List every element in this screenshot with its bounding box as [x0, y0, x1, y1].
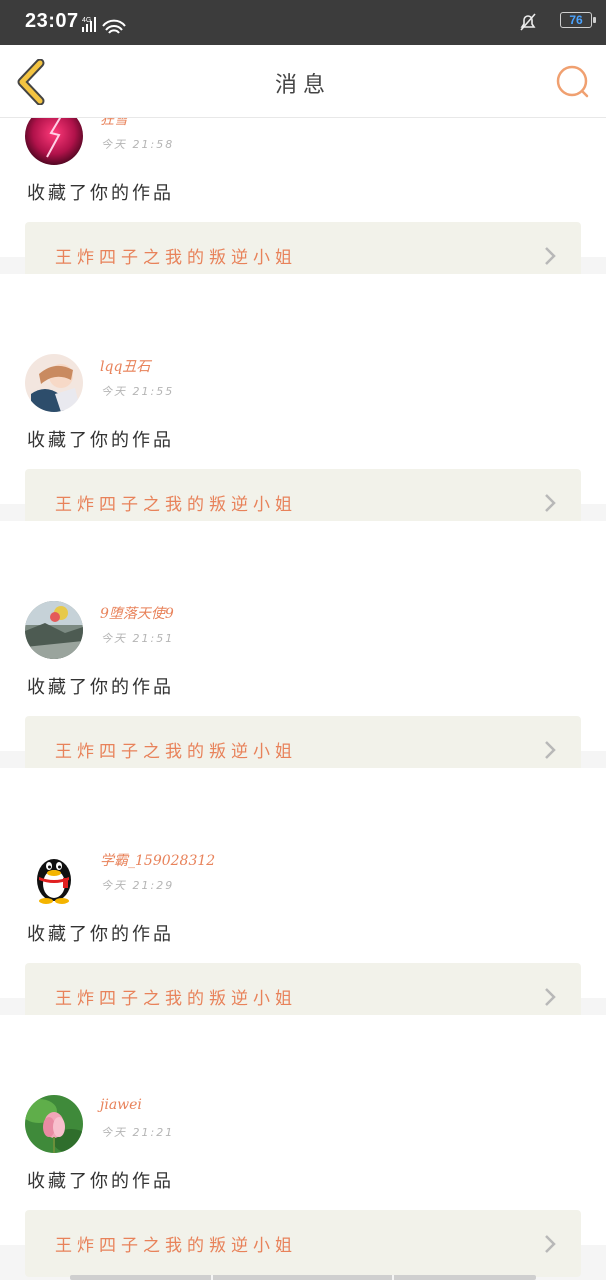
username[interactable]: lqq丑石: [100, 356, 150, 376]
timestamp: 今天 21:55: [101, 385, 175, 398]
page-title: 消息: [274, 73, 331, 98]
work-link[interactable]: 王炸四子之我的叛逆小姐: [25, 1210, 581, 1277]
message-card: 狂雪 今天 21:58 收藏了你的作品 王炸四子之我的叛逆小姐: [0, 118, 606, 289]
work-title: 王炸四子之我的叛逆小姐: [55, 742, 297, 762]
avatar[interactable]: [25, 601, 83, 659]
network-type: 4G: [82, 17, 91, 24]
message-card: lqq丑石 今天 21:55 收藏了你的作品 王炸四子之我的叛逆小姐: [0, 274, 606, 536]
search-icon[interactable]: [554, 63, 592, 101]
avatar[interactable]: [25, 354, 83, 412]
chevron-right-icon: [545, 1235, 556, 1253]
message-feed: 狂雪 今天 21:58 收藏了你的作品 王炸四子之我的叛逆小姐 lqq丑石 今天…: [0, 118, 606, 1277]
chevron-right-icon: [545, 247, 556, 265]
chevron-right-icon: [545, 741, 556, 759]
work-title: 王炸四子之我的叛逆小姐: [55, 248, 297, 268]
avatar[interactable]: [25, 848, 83, 906]
gesture-bar[interactable]: [70, 1275, 536, 1280]
message-card: jiawei 今天 21:21 收藏了你的作品 王炸四子之我的叛逆小姐: [0, 1015, 606, 1277]
chevron-right-icon: [545, 494, 556, 512]
message-card: 学霸_159028312 今天 21:29 收藏了你的作品 王炸四子之我的叛逆小…: [0, 768, 606, 1030]
timestamp: 今天 21:58: [101, 138, 175, 151]
work-title: 王炸四子之我的叛逆小姐: [55, 989, 297, 1009]
username[interactable]: 狂雪: [100, 118, 128, 129]
signal-wifi-icon: 4G: [82, 17, 126, 34]
chevron-right-icon: [545, 988, 556, 1006]
app-header: 消息: [0, 45, 606, 118]
avatar[interactable]: [25, 1095, 83, 1153]
battery-indicator: 76: [560, 12, 596, 28]
avatar[interactable]: [25, 118, 83, 165]
work-title: 王炸四子之我的叛逆小姐: [55, 1236, 297, 1256]
username[interactable]: jiawei: [100, 1097, 142, 1113]
timestamp: 今天 21:21: [101, 1126, 175, 1139]
status-bar: 23:07 4G 76: [0, 0, 606, 45]
username[interactable]: 9堕落天使9: [100, 603, 174, 623]
bell-muted-icon: [520, 13, 536, 31]
status-time: 23:07: [25, 10, 79, 32]
timestamp: 今天 21:51: [101, 632, 175, 645]
work-title: 王炸四子之我的叛逆小姐: [55, 495, 297, 515]
timestamp: 今天 21:29: [101, 879, 175, 892]
action-text: 收藏了你的作品: [27, 1171, 174, 1192]
message-card: 9堕落天使9 今天 21:51 收藏了你的作品 王炸四子之我的叛逆小姐: [0, 521, 606, 783]
username[interactable]: 学霸_159028312: [100, 850, 215, 870]
action-text: 收藏了你的作品: [27, 924, 174, 945]
action-text: 收藏了你的作品: [27, 183, 174, 204]
action-text: 收藏了你的作品: [27, 677, 174, 698]
message-list[interactable]: 狂雪 今天 21:58 收藏了你的作品 王炸四子之我的叛逆小姐 lqq丑石 今天…: [0, 118, 606, 1280]
action-text: 收藏了你的作品: [27, 430, 174, 451]
